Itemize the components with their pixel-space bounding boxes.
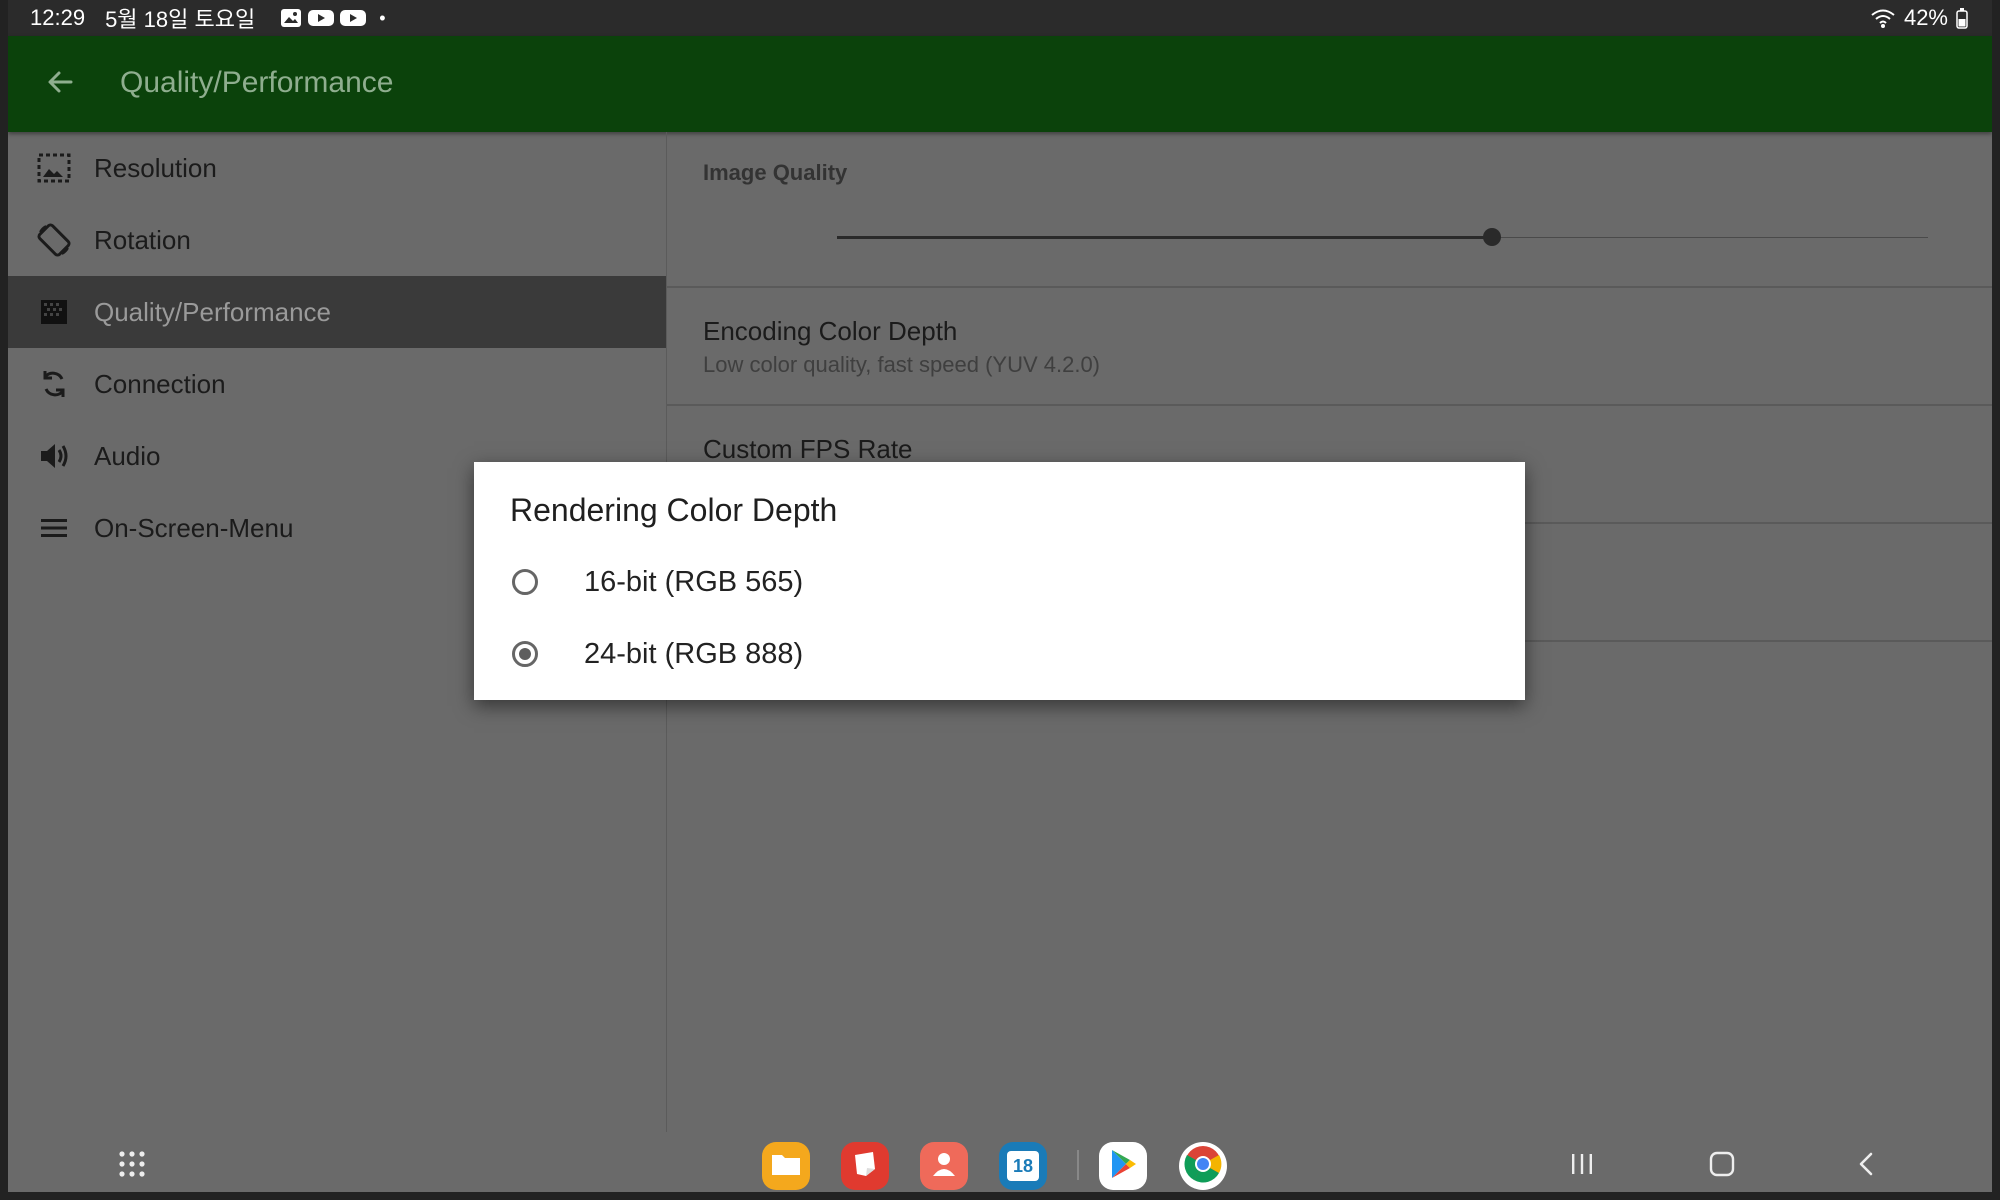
resolution-icon bbox=[36, 150, 72, 186]
back-button[interactable] bbox=[38, 62, 82, 106]
sidebar-item-resolution[interactable]: Resolution bbox=[8, 132, 666, 204]
app-bar: Quality/Performance bbox=[8, 36, 1992, 132]
sidebar-item-connection[interactable]: Connection bbox=[8, 348, 666, 420]
image-quality-slider[interactable] bbox=[837, 228, 1928, 246]
image-quality-label: Image Quality bbox=[703, 160, 848, 185]
files-app[interactable] bbox=[762, 1142, 810, 1190]
play-store-app[interactable] bbox=[1099, 1142, 1147, 1190]
calendar-app[interactable]: 18 bbox=[999, 1142, 1047, 1190]
status-bar: 12:29 5월 18일 토요일 • 42% bbox=[8, 0, 1992, 36]
calendar-icon: 18 bbox=[1007, 1151, 1039, 1181]
custom-fps-title: Custom FPS Rate bbox=[703, 434, 913, 464]
notification-dot: • bbox=[379, 7, 386, 28]
screen: 12:29 5월 18일 토요일 • 42% Quality/Performan… bbox=[8, 0, 1992, 1192]
sidebar-item-label: Connection bbox=[94, 368, 226, 399]
files-icon bbox=[770, 1150, 802, 1183]
calendar-day: 18 bbox=[1012, 1155, 1034, 1176]
grid-icon bbox=[118, 1150, 146, 1183]
home-button[interactable] bbox=[1702, 1146, 1742, 1186]
chevron-left-icon bbox=[1856, 1151, 1876, 1182]
sidebar-item-quality-performance[interactable]: Quality/Performance bbox=[8, 276, 666, 348]
notes-app[interactable] bbox=[841, 1142, 889, 1190]
option-24-bit[interactable]: 24-bit (RGB 888) bbox=[474, 618, 1525, 690]
sidebar-item-label: Audio bbox=[94, 440, 161, 471]
youtube-icon bbox=[307, 7, 335, 29]
option-16-bit[interactable]: 16-bit (RGB 565) bbox=[474, 546, 1525, 618]
chrome-icon bbox=[1183, 1144, 1223, 1189]
home-icon bbox=[1709, 1151, 1735, 1182]
contacts-app[interactable] bbox=[920, 1142, 968, 1190]
battery-percent: 42% bbox=[1903, 5, 1948, 30]
slider-thumb[interactable] bbox=[1482, 228, 1501, 246]
connection-icon bbox=[36, 366, 72, 402]
youtube-icon bbox=[339, 7, 367, 29]
slider-track-inactive bbox=[1491, 237, 1928, 238]
audio-icon bbox=[36, 438, 72, 474]
page-title: Quality/Performance bbox=[120, 66, 394, 99]
chrome-app[interactable] bbox=[1179, 1142, 1227, 1190]
recent-apps-button[interactable] bbox=[1562, 1146, 1602, 1186]
app-drawer-button[interactable] bbox=[112, 1146, 152, 1186]
sidebar-item-rotation[interactable]: Rotation bbox=[8, 204, 666, 276]
contacts-icon bbox=[929, 1149, 959, 1184]
sidebar-item-label: Quality/Performance bbox=[94, 296, 331, 327]
rotation-icon bbox=[36, 222, 72, 258]
notes-icon bbox=[850, 1149, 880, 1184]
sidebar-item-label: Rotation bbox=[94, 224, 191, 255]
sidebar-item-label: On-Screen-Menu bbox=[94, 512, 294, 543]
quality-icon bbox=[36, 294, 72, 330]
arrow-left-icon bbox=[45, 67, 75, 102]
radio-button[interactable] bbox=[512, 569, 538, 595]
encoding-color-depth-subtitle: Low color quality, fast speed (YUV 4.2.0… bbox=[703, 352, 1101, 377]
status-date: 5월 18일 토요일 bbox=[105, 7, 256, 32]
nav-back-button[interactable] bbox=[1846, 1146, 1886, 1186]
recents-icon bbox=[1569, 1152, 1595, 1181]
encoding-color-depth-row[interactable]: Encoding Color Depth Low color quality, … bbox=[667, 288, 1992, 406]
option-label: 16-bit (RGB 565) bbox=[584, 565, 804, 598]
image-quality-row: Image Quality bbox=[667, 132, 1992, 288]
notification-icons: • bbox=[279, 7, 386, 29]
dock-divider bbox=[1077, 1150, 1079, 1180]
radio-button-checked[interactable] bbox=[512, 641, 538, 667]
battery-icon bbox=[1956, 7, 1968, 29]
wifi-icon bbox=[1870, 7, 1896, 29]
dialog-title: Rendering Color Depth bbox=[510, 492, 838, 528]
slider-track-active bbox=[837, 236, 1492, 239]
menu-icon bbox=[36, 510, 72, 546]
gallery-icon bbox=[279, 7, 303, 29]
encoding-color-depth-title: Encoding Color Depth bbox=[703, 316, 958, 346]
rendering-color-depth-dialog: Rendering Color Depth 16-bit (RGB 565) 2… bbox=[474, 462, 1525, 700]
status-time: 12:29 bbox=[30, 5, 86, 30]
sidebar-item-label: Resolution bbox=[94, 152, 217, 183]
option-label: 24-bit (RGB 888) bbox=[584, 637, 804, 670]
play-store-icon bbox=[1108, 1148, 1138, 1185]
